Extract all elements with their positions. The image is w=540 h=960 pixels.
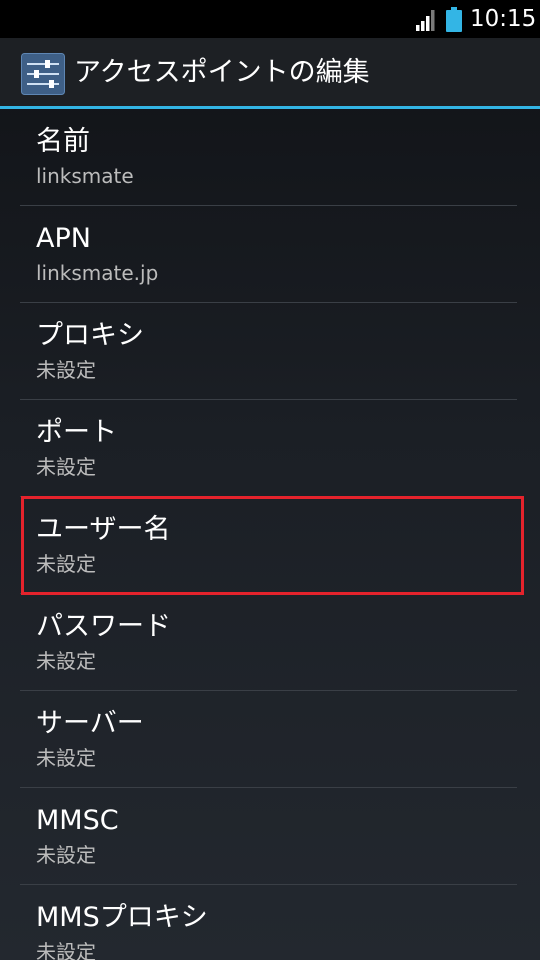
battery-icon [446, 7, 462, 32]
preference-list: 名前 linksmate APN linksmate.jp プロキシ 未設定 ポ… [0, 109, 540, 960]
pref-title: プロキシ [36, 320, 144, 351]
pref-item-mms-proxy[interactable]: MMSプロキシ 未設定 [20, 885, 517, 960]
settings-sliders-icon[interactable] [21, 53, 65, 95]
pref-summary: 未設定 [36, 455, 96, 479]
cell-signal-icon [416, 10, 435, 31]
pref-summary: linksmate [36, 164, 134, 188]
pref-title: MMSC [36, 805, 119, 836]
status-bar: 10:15 [0, 0, 540, 38]
pref-title: APN [36, 223, 91, 254]
pref-title: サーバー [36, 708, 144, 739]
pref-item-username[interactable]: ユーザー名 未設定 [20, 497, 517, 594]
pref-item-mmsc[interactable]: MMSC 未設定 [20, 788, 517, 885]
pref-summary: 未設定 [36, 746, 96, 770]
pref-item-name[interactable]: 名前 linksmate [20, 109, 517, 206]
pref-item-password[interactable]: パスワード 未設定 [20, 594, 517, 691]
pref-summary: 未設定 [36, 358, 96, 382]
screen: 10:15 アクセスポイントの編集 名前 linksmate APN links… [0, 0, 540, 960]
pref-title: ポート [36, 417, 117, 448]
status-clock: 10:15 [470, 6, 537, 32]
pref-title: パスワード [36, 611, 171, 642]
pref-summary: 未設定 [36, 940, 96, 960]
pref-summary: 未設定 [36, 843, 96, 867]
pref-summary: 未設定 [36, 552, 96, 576]
page-title: アクセスポイントの編集 [74, 57, 370, 88]
pref-item-proxy[interactable]: プロキシ 未設定 [20, 303, 517, 400]
pref-item-apn[interactable]: APN linksmate.jp [20, 206, 517, 303]
pref-summary: linksmate.jp [36, 261, 159, 285]
pref-summary: 未設定 [36, 649, 96, 673]
pref-item-server[interactable]: サーバー 未設定 [20, 691, 517, 788]
pref-title: MMSプロキシ [36, 902, 208, 933]
pref-item-port[interactable]: ポート 未設定 [20, 400, 517, 497]
pref-title: ユーザー名 [36, 514, 171, 545]
pref-title: 名前 [36, 126, 90, 157]
